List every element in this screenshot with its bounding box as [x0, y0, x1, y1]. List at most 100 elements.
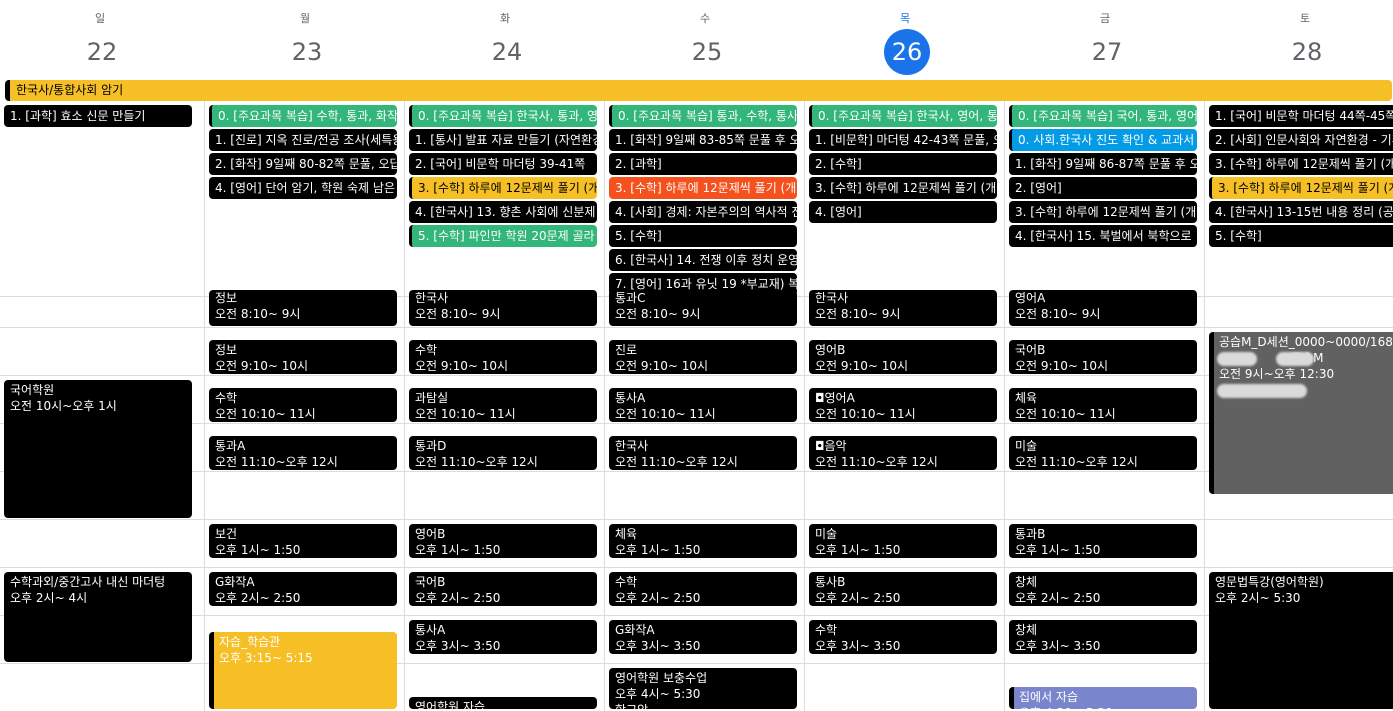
- timed-event-block[interactable]: 미술 오전 11:10~오후 12시: [1009, 436, 1197, 470]
- day-number-button[interactable]: 24: [484, 29, 530, 75]
- timed-event-block[interactable]: 통사A 오후 3시~ 3:50: [409, 620, 597, 654]
- timed-event-block[interactable]: 영어학원 자습: [409, 696, 597, 709]
- allday-event-chip[interactable]: 2. [국어] 비문학 마더텅 39-41쪽: [409, 153, 597, 175]
- allday-event-chip[interactable]: 3. [수학] 하루에 12문제씩 풀기 (개념원리): [809, 177, 997, 199]
- event-title: 정보: [215, 343, 238, 357]
- timed-event-block[interactable]: ◘영어A 오전 10:10~ 11시: [809, 388, 997, 422]
- timed-event-block[interactable]: 영어B 오후 1시~ 1:50: [409, 524, 597, 558]
- day-number-button[interactable]: 26: [884, 29, 930, 75]
- timed-event-block[interactable]: 집에서 자습오후 4:30~ 5:30: [1009, 687, 1197, 709]
- timed-event-block[interactable]: 영어B 오전 9:10~ 10시: [809, 340, 997, 374]
- timed-event-block[interactable]: 한국사 오전 8:10~ 9시: [809, 290, 997, 326]
- timed-event-block[interactable]: 진로 오전 9:10~ 10시: [609, 340, 797, 374]
- timed-event-block[interactable]: 정보 오전 9:10~ 10시: [209, 340, 397, 374]
- allday-event-chip[interactable]: 0. [주요과목 복습] 한국사, 통과, 영어: [409, 105, 597, 127]
- timed-event-block[interactable]: 한국사 오전 8:10~ 9시: [409, 290, 597, 326]
- allday-event-chip[interactable]: 4. [영어]: [809, 201, 997, 223]
- timed-event-block[interactable]: 창체 오후 2시~ 2:50: [1009, 572, 1197, 606]
- allday-event-chip[interactable]: 0. [주요과목 복습] 통과, 수학, 통사: [609, 105, 797, 127]
- timed-event-block[interactable]: 창체 오후 3시~ 3:50: [1009, 620, 1197, 654]
- timed-event-block[interactable]: 수학과외/중간고사 내신 마더텅 오후 2시~ 4시: [4, 572, 192, 662]
- allday-event-chip[interactable]: 0. [주요과목 복습] 수학, 통과, 화작: [209, 105, 397, 127]
- timed-event-block[interactable]: 국어B 오전 9:10~ 10시: [1009, 340, 1197, 374]
- allday-event-chip[interactable]: 2. [과학]: [609, 153, 797, 175]
- event-time: 오전 10시~오후 1시: [10, 399, 117, 413]
- allday-event-title: 2. [수학]: [815, 157, 862, 171]
- timed-event-block[interactable]: 공습M_D세션_0000~0000/1680공습M오전 9시~오후 12:30: [1209, 332, 1393, 494]
- timed-event-block[interactable]: 미술 오후 1시~ 1:50: [809, 524, 997, 558]
- timed-event-block[interactable]: G화작A 오후 3시~ 3:50: [609, 620, 797, 654]
- allday-event-chip[interactable]: 1. [비문학] 마더텅 42-43쪽 문풀, 오답: [809, 129, 997, 151]
- allday-event-chip[interactable]: 0. 사회.한국사 진도 확인 & 교과서 정리: [1009, 129, 1197, 151]
- day-number-button[interactable]: 22: [79, 29, 125, 75]
- allday-event-chip[interactable]: 2. [사회] 인문사회와 자연환경 - 기후: [1209, 129, 1393, 151]
- allday-event-chip[interactable]: 5. [수학]: [1209, 225, 1393, 247]
- day-number-button[interactable]: 27: [1084, 29, 1130, 75]
- timed-event-block[interactable]: 체육 오후 1시~ 1:50: [609, 524, 797, 558]
- timed-event-block[interactable]: 통사B 오후 2시~ 2:50: [809, 572, 997, 606]
- timed-event-block[interactable]: 수학 오후 2시~ 2:50: [609, 572, 797, 606]
- allday-event-chip[interactable]: 1. [국어] 비문학 마더텅 44쪽-45쪽: [1209, 105, 1393, 127]
- allday-event-chip[interactable]: 2. [수학]: [809, 153, 997, 175]
- allday-event-chip[interactable]: 4. [사회] 경제: 자본주의의 역사적 전개: [609, 201, 797, 223]
- allday-event-chip[interactable]: 4. [한국사] 13. 향촌 사회에 신분제: [409, 201, 597, 223]
- timed-event-block[interactable]: 수학 오전 9:10~ 10시: [409, 340, 597, 374]
- day-number-button[interactable]: 28: [1284, 29, 1330, 75]
- allday-event-chip[interactable]: 5. [수학]: [609, 225, 797, 247]
- allday-event-chip[interactable]: 1. [화작] 9일째 83-85쪽 문풀 후 오답: [609, 129, 797, 151]
- allday-event-chip[interactable]: 3. [수학] 하루에 12문제씩 풀기 (개념원리): [409, 177, 597, 199]
- timed-event-block[interactable]: 통과D 오전 11:10~오후 12시: [409, 436, 597, 470]
- timed-event-block[interactable]: 통과C 오전 8:10~ 9시: [609, 290, 797, 326]
- allday-event-chip[interactable]: 1. [과학] 효소 신문 만들기: [4, 105, 192, 127]
- allday-event-chip[interactable]: 3. [수학] 하루에 12문제씩 풀기 (개념원리): [1209, 153, 1393, 175]
- allday-event-chip[interactable]: 1. [화작] 9일째 86-87쪽 문풀 후 오답: [1009, 153, 1197, 175]
- day-column-divider: [1204, 86, 1205, 711]
- timed-event-block[interactable]: 한국사 오전 11:10~오후 12시: [609, 436, 797, 470]
- allday-event-chip[interactable]: 3. [수학] 하루에 12문제씩 풀기 (개념원리): [609, 177, 797, 199]
- timed-event-block[interactable]: 통과A 오전 11:10~오후 12시: [209, 436, 397, 470]
- timed-event-block[interactable]: 정보 오전 8:10~ 9시: [209, 290, 397, 326]
- allday-event-chip[interactable]: 4. [한국사] 15. 북벌에서 북학으로: [1009, 225, 1197, 247]
- timed-event-block[interactable]: 과탐실 오전 10:10~ 11시: [409, 388, 597, 422]
- timed-event-block[interactable]: 국어B 오후 2시~ 2:50: [409, 572, 597, 606]
- timed-event-block[interactable]: 통사A 오전 10:10~ 11시: [609, 388, 797, 422]
- allday-event-chip[interactable]: 2. [영어]: [1009, 177, 1197, 199]
- timed-event-block[interactable]: G화작A 오후 2시~ 2:50: [209, 572, 397, 606]
- timed-event-block[interactable]: 체육 오전 10:10~ 11시: [1009, 388, 1197, 422]
- event-time: 오후 3:15~ 5:15: [219, 651, 313, 665]
- allday-event-chip[interactable]: 0. [주요과목 복습] 국어, 통과, 영어: [1009, 105, 1197, 127]
- allday-event-chip[interactable]: 1. [통사] 발표 자료 만들기 (자연환경): [409, 129, 597, 151]
- day-column-divider: [204, 86, 205, 711]
- timed-event-block[interactable]: 보건 오후 1시~ 1:50: [209, 524, 397, 558]
- day-of-week-label: 수: [699, 12, 711, 25]
- allday-event-chip[interactable]: 3. [수학] 하루에 12문제씩 풀기 (개념원리): [1009, 201, 1197, 223]
- timed-event-block[interactable]: 영어학원 보충수업오후 4시~ 5:30학교앞: [609, 668, 797, 709]
- allday-banner-event[interactable]: 한국사/통합사회 암기: [5, 80, 1392, 101]
- timed-event-block[interactable]: 영문법특강(영어학원) 오후 2시~ 5:30: [1209, 572, 1393, 709]
- allday-event-chip[interactable]: 4. [한국사] 13-15번 내용 정리 (공책): [1209, 201, 1393, 223]
- allday-event-title: 3. [수학] 하루에 12문제씩 풀기 (개념원리): [815, 181, 997, 195]
- allday-event-chip[interactable]: 4. [영어] 단어 암기, 학원 숙제 남은 것: [209, 177, 397, 199]
- timed-event-block[interactable]: 수학 오후 3시~ 3:50: [809, 620, 997, 654]
- timed-event-block[interactable]: ◘음악 오전 11:10~오후 12시: [809, 436, 997, 470]
- event-time: 오전 10:10~ 11시: [615, 407, 716, 421]
- event-time: 오전 11:10~오후 12시: [215, 455, 338, 469]
- allday-event-chip[interactable]: 1. [진로] 지옥 진로/전공 조사(세특용): [209, 129, 397, 151]
- allday-event-chip[interactable]: 0. [주요과목 복습] 한국사, 영어, 통사: [809, 105, 997, 127]
- day-number-button[interactable]: 25: [684, 29, 730, 75]
- timed-event-block[interactable]: 수학 오전 10:10~ 11시: [209, 388, 397, 422]
- allday-event-chip[interactable]: 6. [한국사] 14. 전쟁 이후 정치 운영: [609, 249, 797, 271]
- event-title: ◘음악: [815, 439, 847, 453]
- timed-event-block[interactable]: 통과B 오후 1시~ 1:50: [1009, 524, 1197, 558]
- day-of-week-label: 월: [299, 12, 311, 25]
- timed-event-block[interactable]: 영어A 오전 8:10~ 9시: [1009, 290, 1197, 326]
- allday-event-chip[interactable]: 2. [화작] 9일째 80-82쪽 문풀, 오답: [209, 153, 397, 175]
- allday-event-chip[interactable]: 5. [수학] 파인만 학원 20문제 골라 풀기: [409, 225, 597, 247]
- event-title: 진로: [615, 343, 638, 357]
- allday-event-chip[interactable]: 3. [수학] 하루에 12문제씩 풀기 (개념원리): [1209, 177, 1393, 199]
- timed-event-block[interactable]: 국어학원 오전 10시~오후 1시: [4, 380, 192, 518]
- event-time: 오전 11:10~오후 12시: [1015, 455, 1138, 469]
- day-number-button[interactable]: 23: [284, 29, 330, 75]
- timed-event-block[interactable]: 자습_학습관 오후 3:15~ 5:15: [209, 632, 397, 709]
- event-title: 영어A: [1015, 291, 1046, 305]
